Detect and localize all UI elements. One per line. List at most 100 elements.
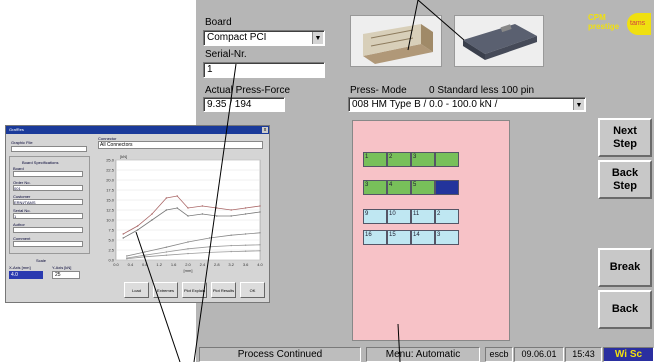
x-tick-label: 1.6: [171, 262, 177, 267]
status-date: 09.06.01: [514, 347, 564, 362]
chevron-down-icon[interactable]: ▼: [312, 32, 323, 44]
logo-text-1: CPM: [588, 13, 606, 22]
chart-point: [187, 252, 189, 255]
status-time: 15:43: [565, 347, 602, 362]
graph-dialog: GrafRes x Graphic File Connector All Con…: [5, 125, 270, 303]
board-label: Board: [205, 17, 232, 28]
dialog-button-ok[interactable]: OK: [240, 282, 265, 298]
chart-point: [208, 251, 211, 254]
x-axis-select[interactable]: 4.0: [9, 271, 43, 279]
y-axis-title: [kN]: [120, 154, 127, 159]
dialog-button-bar: Load Extremes Plot Explain Plot Results OK: [124, 282, 266, 298]
spec-field-input[interactable]: [13, 171, 83, 177]
close-icon[interactable]: x: [262, 127, 268, 133]
force-field: 9.35 / 194: [203, 97, 285, 112]
connector-cell[interactable]: [435, 180, 459, 195]
back-button[interactable]: Back: [598, 290, 652, 329]
connector-cell[interactable]: 14: [411, 230, 435, 245]
status-code: escb: [485, 347, 513, 362]
connector-cell[interactable]: 4: [387, 180, 411, 195]
connector-cell[interactable]: 3: [363, 180, 387, 195]
chart-point: [165, 246, 168, 248]
x-tick-label: 3.2: [228, 262, 234, 267]
connector-cell[interactable]: [435, 152, 459, 167]
chart-point: [151, 219, 153, 221]
spec-field-input[interactable]: 001: [13, 185, 83, 191]
chart-point: [230, 244, 232, 247]
dialog-button-plot-explain[interactable]: Plot Explain: [182, 282, 207, 298]
chart-point: [144, 251, 146, 253]
connector-select[interactable]: All Connectors: [98, 141, 263, 149]
logo-text-2: prestige: [588, 22, 620, 31]
y-tick-label: 12.5: [106, 208, 115, 213]
connector-grid: 1 2 3 3 4 5 9 10 11 2 16 15 14 3: [363, 152, 463, 248]
connector-cell[interactable]: 15: [387, 230, 411, 245]
press-mode-info: 0 Standard less 100 pin: [429, 85, 535, 96]
chart-point: [136, 229, 139, 231]
chart-point: [136, 225, 139, 227]
serial-value: 1: [207, 64, 213, 75]
press-mode-select[interactable]: 008 HM Type B / 0.0 - 100.0 kN / ▼: [348, 97, 586, 112]
x-tick-label: 0.4: [128, 262, 134, 267]
chart-point: [259, 244, 261, 246]
chevron-down-icon[interactable]: ▼: [573, 99, 584, 110]
chart-point: [259, 250, 261, 252]
board-select[interactable]: Compact PCI ▼: [203, 30, 325, 46]
y-axis-label: Y-Axis [kN]: [52, 265, 72, 270]
serial-input[interactable]: 1: [203, 62, 325, 78]
connector-cell[interactable]: 16: [363, 230, 387, 245]
status-user: Wi Sc: [603, 347, 654, 362]
y-tick-label: 17.5: [106, 188, 115, 193]
spec-field-input[interactable]: 1: [13, 213, 83, 219]
dialog-button-load[interactable]: Load: [124, 282, 149, 298]
chart-point: [244, 213, 247, 215]
dialog-button-extremes[interactable]: Extremes: [153, 282, 178, 298]
break-button[interactable]: Break: [598, 248, 652, 287]
y-tick-label: 15.0: [106, 198, 115, 203]
chart-point: [201, 205, 204, 207]
x-axis-title: [mm]: [184, 268, 193, 273]
chart-point: [187, 215, 189, 217]
board-spec-group: Board Specifications Board Order No. 001 Cu…: [9, 156, 90, 254]
connector-cell[interactable]: 1: [363, 152, 387, 167]
chart-point: [244, 250, 247, 252]
serial-label: Serial-Nr.: [205, 49, 247, 60]
chart-point: [259, 232, 261, 234]
chart-point: [244, 233, 247, 235]
back-step-button[interactable]: Back Step: [598, 160, 652, 199]
chart-point: [122, 233, 124, 235]
dialog-button-plot-results[interactable]: Plot Results: [211, 282, 236, 298]
scale-label: Scale: [36, 258, 47, 263]
connector-cell[interactable]: 2: [435, 209, 459, 224]
connector-cell[interactable]: 10: [387, 209, 411, 224]
next-step-button[interactable]: Next Step: [598, 118, 652, 157]
connector-cell[interactable]: 9: [363, 209, 387, 224]
graphic-file-input[interactable]: [11, 146, 87, 152]
chart-point: [230, 209, 232, 211]
x-tick-label: 2.8: [214, 262, 220, 267]
connector-cell[interactable]: 2: [387, 152, 411, 167]
chart-point: [126, 255, 128, 257]
status-menu: Menu: Automatic: [366, 347, 480, 362]
connector-cell[interactable]: 3: [435, 230, 459, 245]
connector-value: All Connectors: [100, 142, 133, 148]
chart-point: [187, 207, 189, 209]
chart-point: [244, 207, 247, 209]
spec-field-input[interactable]: [13, 227, 83, 233]
chart-point: [176, 207, 178, 209]
force-label: Actual Press-Force: [205, 85, 291, 96]
x-tick-label: 3.6: [243, 262, 249, 267]
connector-cell[interactable]: 5: [411, 180, 435, 195]
y-axis-select[interactable]: 25: [52, 271, 80, 279]
tams-logo-text: tams: [630, 20, 646, 27]
connector-cell[interactable]: 3: [411, 152, 435, 167]
spec-field-input[interactable]: ERNI/TAMS: [13, 199, 83, 205]
x-tick-label: 2.0: [185, 262, 191, 267]
spec-field-input[interactable]: [13, 241, 83, 247]
chart-point: [230, 250, 232, 253]
x-tick-label: 2.4: [200, 262, 206, 267]
tams-logo: tams: [627, 13, 651, 35]
connector-layout-panel: 1 2 3 3 4 5 9 10 11 2 16 15 14 3: [352, 120, 510, 341]
connector-cell[interactable]: 11: [411, 209, 435, 224]
press-mode-value: 008 HM Type B / 0.0 - 100.0 kN /: [352, 99, 498, 110]
